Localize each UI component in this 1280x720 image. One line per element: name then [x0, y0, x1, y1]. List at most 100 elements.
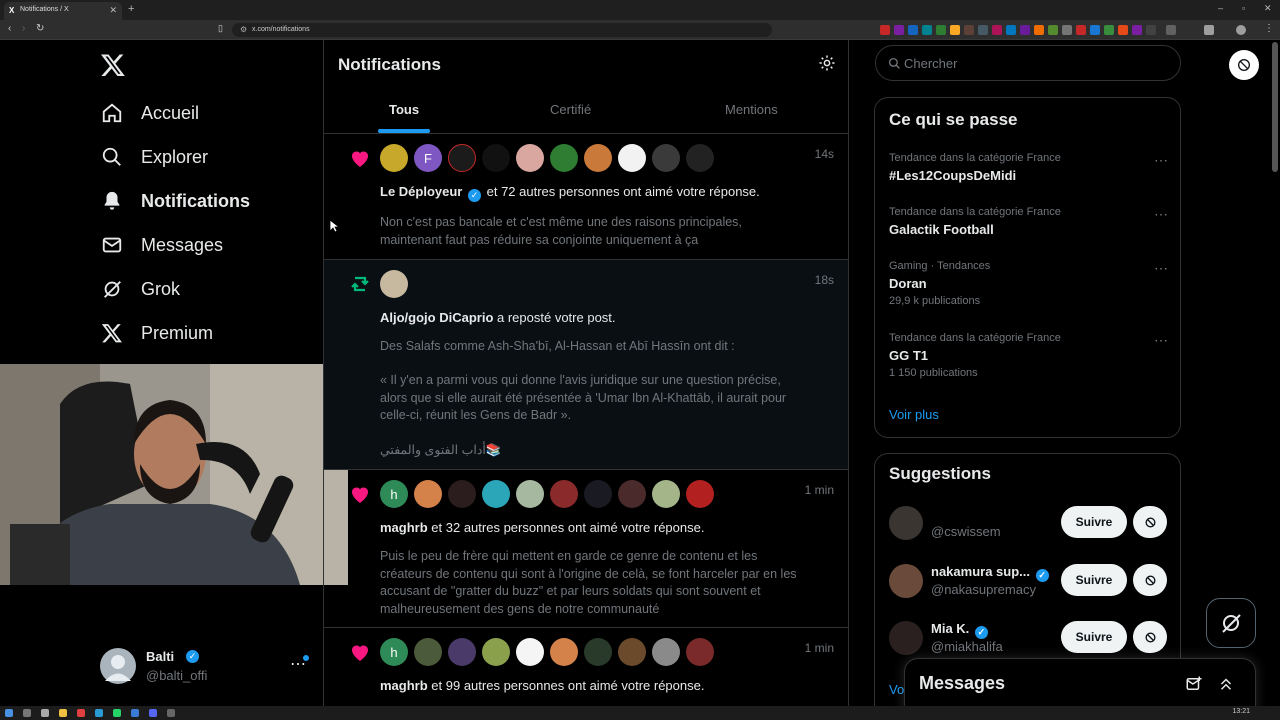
- forward-icon[interactable]: ›: [22, 23, 25, 34]
- avatar[interactable]: h: [380, 480, 408, 508]
- maximize-icon[interactable]: ▫: [1242, 3, 1245, 13]
- start-icon[interactable]: [5, 709, 13, 717]
- follow-button[interactable]: Suivre: [1061, 506, 1127, 538]
- extension-icon[interactable]: [894, 25, 904, 35]
- avatar[interactable]: [550, 638, 578, 666]
- avatar[interactable]: [584, 480, 612, 508]
- menu-icon[interactable]: ⋮: [1264, 23, 1274, 34]
- close-window-icon[interactable]: ✕: [1264, 3, 1272, 14]
- suggestion-item[interactable]: nakamura sup... ✓ @nakasupremacy Suivre: [889, 562, 1169, 602]
- avatar[interactable]: [889, 506, 923, 540]
- show-more-link[interactable]: Voir plus: [889, 407, 939, 422]
- search-input[interactable]: Chercher: [875, 45, 1181, 81]
- scrollbar[interactable]: [1272, 42, 1278, 172]
- file-explorer-icon[interactable]: [59, 709, 67, 717]
- avatar[interactable]: [482, 144, 510, 172]
- actor-name[interactable]: Aljo/gojo DiCaprio: [380, 310, 493, 325]
- avatar[interactable]: [516, 144, 544, 172]
- suggestion-item[interactable]: @cswissem Suivre: [889, 504, 1169, 544]
- bookmark-icon[interactable]: ▯: [218, 23, 223, 34]
- avatar[interactable]: [550, 480, 578, 508]
- block-icon[interactable]: [1133, 564, 1167, 596]
- show-more-link[interactable]: Vo: [889, 682, 904, 697]
- avatar[interactable]: [448, 144, 476, 172]
- block-icon[interactable]: [1229, 50, 1259, 80]
- browser-tab[interactable]: X Notifications / X ✕: [4, 2, 122, 20]
- actor-name[interactable]: maghrb: [380, 678, 428, 693]
- avatar[interactable]: [380, 270, 408, 298]
- avatar[interactable]: [516, 638, 544, 666]
- extension-icon[interactable]: [964, 25, 974, 35]
- avatar[interactable]: [482, 638, 510, 666]
- notification-item[interactable]: h 1 min maghrb et 32 autres personnes on…: [324, 470, 848, 628]
- extension-icon[interactable]: [922, 25, 932, 35]
- close-tab-icon[interactable]: ✕: [109, 5, 117, 16]
- avatar[interactable]: [516, 480, 544, 508]
- follow-button[interactable]: Suivre: [1061, 564, 1127, 596]
- minimize-icon[interactable]: –: [1218, 3, 1223, 13]
- expand-icon[interactable]: [1217, 675, 1235, 698]
- extension-icon[interactable]: [1104, 25, 1114, 35]
- whatsapp-icon[interactable]: [113, 709, 121, 717]
- avatar[interactable]: [414, 480, 442, 508]
- extension-icon[interactable]: [992, 25, 1002, 35]
- discord-icon[interactable]: [149, 709, 157, 717]
- avatar[interactable]: [482, 480, 510, 508]
- back-icon[interactable]: ‹: [8, 23, 11, 34]
- actor-name[interactable]: maghrb: [380, 520, 428, 535]
- notification-item[interactable]: 18s Aljo/gojo DiCaprio a reposté votre p…: [324, 260, 848, 470]
- settings-gear-icon[interactable]: [818, 54, 838, 74]
- avatar[interactable]: h: [380, 638, 408, 666]
- extension-icon[interactable]: [1090, 25, 1100, 35]
- tab-all[interactable]: Tous: [389, 102, 419, 117]
- avatar[interactable]: [584, 638, 612, 666]
- extension-icon[interactable]: [1166, 25, 1176, 35]
- extension-icon[interactable]: [978, 25, 988, 35]
- extension-icon[interactable]: [1034, 25, 1044, 35]
- avatar[interactable]: [550, 144, 578, 172]
- nav-item-messages[interactable]: Messages: [100, 227, 223, 263]
- app-icon[interactable]: [131, 709, 139, 717]
- nav-item-premium[interactable]: Premium: [100, 315, 213, 351]
- trend-item[interactable]: Gaming · Tendances Doran 29,9 k publicat…: [889, 260, 1169, 307]
- tab-verified[interactable]: Certifié: [550, 102, 591, 117]
- nav-item-home[interactable]: Accueil: [100, 95, 199, 131]
- avatar[interactable]: [652, 144, 680, 172]
- avatar[interactable]: F: [414, 144, 442, 172]
- more-icon[interactable]: ⋯: [1154, 152, 1169, 169]
- nav-item-notifications[interactable]: Notifications: [100, 183, 250, 219]
- avatar[interactable]: [686, 480, 714, 508]
- extension-icon[interactable]: [1020, 25, 1030, 35]
- extension-icon[interactable]: [1118, 25, 1128, 35]
- trend-item[interactable]: Tendance dans la catégorie France Galact…: [889, 206, 1169, 237]
- more-icon[interactable]: ⋯: [1154, 206, 1169, 223]
- nav-item-explore[interactable]: Explorer: [100, 139, 208, 175]
- reload-icon[interactable]: ↻: [36, 23, 44, 34]
- avatar[interactable]: [889, 621, 923, 655]
- extension-icon[interactable]: [1062, 25, 1072, 35]
- avatar[interactable]: [584, 144, 612, 172]
- grok-fab-button[interactable]: [1206, 598, 1256, 648]
- avatar[interactable]: [686, 638, 714, 666]
- avatar[interactable]: [618, 638, 646, 666]
- block-icon[interactable]: [1133, 621, 1167, 653]
- x-logo-icon[interactable]: [100, 52, 126, 78]
- new-tab-icon[interactable]: +: [128, 3, 134, 15]
- profile-icon[interactable]: [1236, 25, 1246, 35]
- avatar[interactable]: [652, 480, 680, 508]
- task-view-icon[interactable]: [41, 709, 49, 717]
- avatar[interactable]: [618, 480, 646, 508]
- url-field[interactable]: ⚙ x.com/notifications: [232, 23, 772, 37]
- avatar[interactable]: [618, 144, 646, 172]
- browser-icon[interactable]: [77, 709, 85, 717]
- trend-item[interactable]: Tendance dans la catégorie France GG T1 …: [889, 332, 1169, 379]
- avatar[interactable]: [652, 638, 680, 666]
- suggestion-item[interactable]: Mia K. ✓ @miakhalifa Suivre: [889, 619, 1169, 659]
- extension-icon[interactable]: [1146, 25, 1156, 35]
- notification-item[interactable]: F 14s Le Déployeur ✓ et 72 autres person…: [324, 134, 848, 260]
- extension-icon[interactable]: [1132, 25, 1142, 35]
- trend-item[interactable]: Tendance dans la catégorie France #Les12…: [889, 152, 1169, 183]
- extension-icon[interactable]: [1076, 25, 1086, 35]
- block-icon[interactable]: [1133, 506, 1167, 538]
- more-icon[interactable]: ⋯: [1154, 332, 1169, 349]
